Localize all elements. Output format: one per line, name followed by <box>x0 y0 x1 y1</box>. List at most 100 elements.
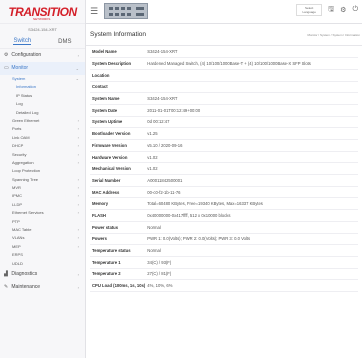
nav-detailed-log[interactable]: Detailed Log <box>0 109 85 117</box>
nav-loop-protection[interactable]: Loop Protection <box>0 167 85 175</box>
chevron-right-icon: › <box>77 151 79 157</box>
table-row: Bootloader Version v1.25 <box>90 127 358 140</box>
nav-information[interactable]: Information <box>0 83 85 91</box>
field-label: System Name <box>90 92 146 105</box>
nav-monitor[interactable]: ▭ Monitor ⌄ <box>0 62 85 75</box>
nav-label: PTP <box>12 218 20 224</box>
nav-dhcp[interactable]: DHCP › <box>0 142 85 150</box>
port-icon <box>127 7 131 10</box>
port-icon <box>121 7 125 10</box>
port-icon <box>109 7 113 10</box>
top-right-controls: Select Language 🖫 ⚙ ⏻ <box>296 4 358 16</box>
field-label: Power status <box>90 221 146 234</box>
nav-label: LLDP <box>12 201 23 207</box>
field-label: MAC Address <box>90 186 146 199</box>
chevron-down-icon: ⌄ <box>75 66 79 71</box>
nav-ipmc[interactable]: IPMC › <box>0 192 85 200</box>
brand-logo[interactable]: TRANSITION NETWORKS <box>0 0 85 24</box>
nav-label: MVR <box>12 185 21 191</box>
nav-label: Green Ethernet <box>12 117 40 123</box>
chevron-right-icon: › <box>77 134 79 140</box>
table-row: System Description Hardened Managed Switc… <box>90 57 358 70</box>
chevron-right-icon: › <box>77 284 79 290</box>
nav-system[interactable]: System ⌄ <box>0 75 85 83</box>
field-value: S3424-154-XRT <box>145 92 358 105</box>
sidebar-nav: ⚙ Configuration › ▭ Monitor ⌄ System ⌄ I… <box>0 49 85 294</box>
table-row: System Date 2011-01-01T00:12:49+00:00 <box>90 104 358 117</box>
nav-maintenance[interactable]: ✎ Maintenance › <box>0 281 85 294</box>
nav-label: Log <box>16 101 23 107</box>
nav-erps[interactable]: ERPS <box>0 251 85 259</box>
field-value: 0d 00:12:47 <box>145 116 358 129</box>
chevron-right-icon: › <box>77 243 79 249</box>
top-bar: ☰ Select Language 🖫 ⚙ ⏻ <box>86 0 362 24</box>
nav-label: MEP <box>12 243 21 249</box>
nav-vlans[interactable]: VLANs › <box>0 234 85 242</box>
nav-udld[interactable]: UDLD <box>0 260 85 268</box>
nav-mvr[interactable]: MVR › <box>0 184 85 192</box>
table-row: System Name S3424-154-XRT <box>90 92 358 105</box>
field-label: System Date <box>90 104 146 117</box>
field-label: Temperature 1 <box>90 256 146 269</box>
nav-label: DHCP <box>12 143 24 149</box>
field-value: 27(C) / 81(F) <box>145 268 358 281</box>
field-value <box>145 81 358 94</box>
field-label: Contact <box>90 81 146 94</box>
tab-switch[interactable]: Switch <box>13 38 32 45</box>
tab-dms[interactable]: DMS <box>58 39 71 45</box>
nav-ethernet-services[interactable]: Ethernet Services › <box>0 209 85 217</box>
nav-aggregation[interactable]: Aggregation › <box>0 159 85 167</box>
field-label: Location <box>90 69 146 82</box>
nav-log[interactable]: Log <box>0 100 85 108</box>
chevron-right-icon: › <box>77 53 79 58</box>
nav-ip-status[interactable]: IP Status <box>0 92 85 100</box>
logo-subtext: NETWORKS <box>33 17 51 21</box>
table-row: Temperature 2 27(C) / 81(F) <box>90 268 358 281</box>
table-row: Model Name S3424-154-XRT <box>90 46 358 59</box>
chevron-right-icon: › <box>77 117 79 123</box>
field-label: System Uptime <box>90 116 146 129</box>
menu-icon[interactable]: ☰ <box>90 7 98 16</box>
nav-spanning-tree[interactable]: Spanning Tree › <box>0 176 85 184</box>
nav-diagnostics[interactable]: ▟ Diagnostics › <box>0 268 85 281</box>
field-value <box>145 69 358 82</box>
port-status-panel[interactable] <box>104 3 148 19</box>
chevron-right-icon: › <box>77 143 79 149</box>
language-select[interactable]: Select Language <box>296 4 323 16</box>
field-label: Powers <box>90 233 146 246</box>
port-icon <box>109 13 113 16</box>
save-icon[interactable]: 🖫 <box>328 5 334 16</box>
nav-label: Monitor <box>11 65 29 71</box>
nav-link-oam[interactable]: Link OAM › <box>0 134 85 142</box>
nav-label: Information <box>16 84 37 90</box>
field-value: 00-c0-f2-1b-11-76 <box>145 186 358 199</box>
nav-security[interactable]: Security › <box>0 151 85 159</box>
settings-icon[interactable]: ⚙ <box>340 6 346 14</box>
nav-green-ethernet[interactable]: Green Ethernet › <box>0 117 85 125</box>
nav-mep[interactable]: MEP › <box>0 243 85 251</box>
monitor-icon: ▭ <box>4 65 9 71</box>
breadcrumb: Monitor / System / System / Information <box>307 33 360 37</box>
table-row: Powers PWR 1: 0.0(Volts); PWR 2: 0.0(Volt… <box>90 233 358 246</box>
nav-configuration[interactable]: ⚙ Configuration › <box>0 49 85 62</box>
table-row: Hardware Version v1.02 <box>90 151 358 164</box>
main-content: System Information Monitor / System / Sy… <box>86 24 362 358</box>
field-label: CPU Load (100ms, 1s, 10s) <box>90 279 146 292</box>
field-value: Normal <box>145 244 358 257</box>
nav-mac-table[interactable]: MAC Table › <box>0 226 85 234</box>
table-row: Temperature status Normal <box>90 244 358 257</box>
nav-ports[interactable]: Ports › <box>0 125 85 133</box>
table-row: System Uptime 0d 00:12:47 <box>90 116 358 129</box>
chevron-down-icon: ⌄ <box>75 76 79 81</box>
table-row: CPU Load (100ms, 1s, 10s) 4%, 10%, 6% <box>90 279 358 292</box>
nav-ptp[interactable]: PTP <box>0 218 85 226</box>
table-row: MAC Address 00-c0-f2-1b-11-76 <box>90 186 358 199</box>
nav-label: VLANs <box>12 235 25 241</box>
power-icon[interactable]: ⏻ <box>352 6 358 14</box>
nav-lldp[interactable]: LLDP › <box>0 201 85 209</box>
sidebar: TRANSITION NETWORKS S3424-154-XRT Switch… <box>0 0 86 358</box>
nav-label: Detailed Log <box>16 109 39 115</box>
port-icon <box>115 13 119 16</box>
table-row: Serial Number A00011842500001 <box>90 174 358 187</box>
chevron-right-icon: › <box>77 185 79 191</box>
